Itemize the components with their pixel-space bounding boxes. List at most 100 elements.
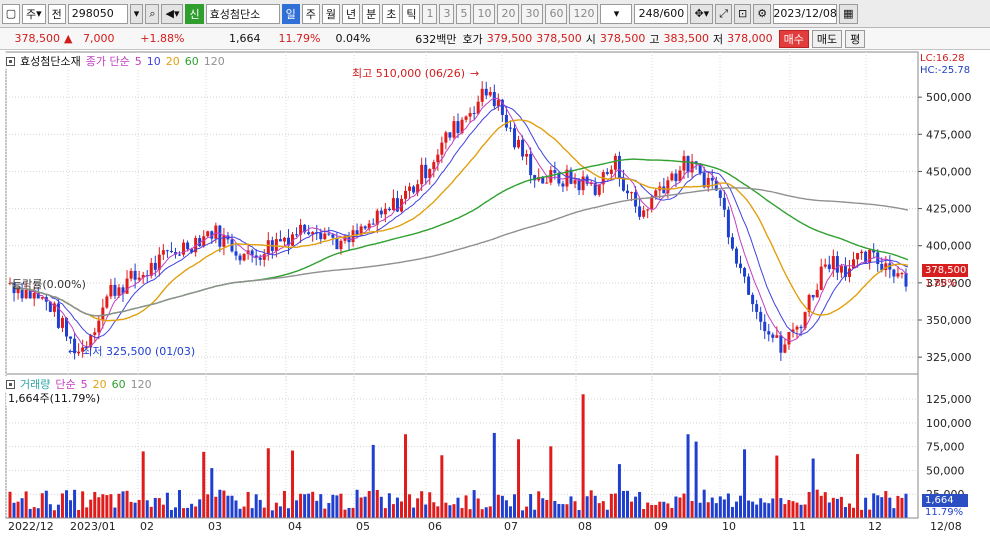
interval-1-button[interactable]: 1: [422, 3, 438, 24]
candle-body: [892, 269, 896, 277]
candle-body: [319, 232, 323, 240]
period-year-button[interactable]: 년: [341, 3, 361, 24]
compare-icon[interactable]: ⊡: [734, 3, 752, 24]
volume-bar: [827, 502, 831, 518]
count-field[interactable]: 248/600: [634, 3, 689, 24]
chart-type-select[interactable]: 주 ▾: [22, 3, 46, 24]
draw-tool-icon[interactable]: ⤢: [715, 3, 733, 24]
search-icon[interactable]: ⌕: [145, 3, 160, 24]
calendar-icon[interactable]: ▦: [839, 3, 858, 24]
current-volume-tag: 1,664: [922, 494, 968, 507]
volume-bar: [60, 493, 64, 518]
candle-body: [391, 198, 395, 211]
volume-bar: [476, 498, 480, 518]
candle-body: [339, 240, 343, 250]
panel-box-icon[interactable]: [6, 56, 15, 66]
interval-30-button[interactable]: 30: [521, 3, 544, 24]
candle-body: [722, 197, 726, 210]
count-value: 248/600: [638, 7, 685, 20]
balance-button[interactable]: 평: [845, 29, 866, 48]
crosshair-icon[interactable]: ✥▾: [690, 3, 714, 24]
window-icon[interactable]: ▢: [2, 3, 20, 24]
credit-badge[interactable]: 신: [185, 3, 204, 24]
candle-body: [626, 190, 630, 194]
interval-20-button[interactable]: 20: [497, 3, 520, 24]
date-field[interactable]: 2023/12/08: [773, 3, 838, 24]
candle-body: [404, 190, 408, 199]
volume-bar: [274, 502, 278, 518]
volume-bar: [246, 491, 250, 518]
lc-text: LC:16.28: [920, 53, 965, 64]
low-annotation: ← 최저 325,500 (01/03): [66, 343, 197, 359]
ask-value: 378,500: [536, 32, 582, 45]
current-price-tag: 378,500: [922, 264, 968, 277]
period-tick-button[interactable]: 틱: [402, 3, 421, 24]
open-label: 시: [585, 32, 596, 46]
volume-bar: [799, 504, 803, 518]
volume-bar: [609, 493, 613, 518]
candle-body: [242, 253, 246, 261]
interval-3-label: 3: [443, 7, 451, 20]
code-dropdown[interactable]: ▾: [129, 3, 144, 24]
interval-60-button[interactable]: 60: [545, 3, 568, 24]
speaker-icon[interactable]: ◀▾: [161, 3, 184, 24]
volume-bar: [541, 498, 545, 518]
period-week-button[interactable]: 주: [301, 3, 320, 24]
volume-value-text: 1,664주(11.79%): [8, 392, 101, 405]
date-axis-label: 05: [356, 520, 370, 533]
candle-body: [597, 184, 601, 195]
gear-icon[interactable]: ⚙: [753, 3, 772, 24]
scope-select[interactable]: 전: [47, 3, 66, 24]
volume-bar: [109, 494, 113, 518]
volume-bar: [686, 434, 690, 518]
high-label: 고: [649, 32, 660, 46]
stock-code-input[interactable]: 298050: [67, 3, 128, 24]
candle-body: [702, 172, 706, 188]
volume-bar: [734, 501, 738, 518]
volume-bar: [254, 494, 258, 518]
candle-body: [545, 182, 549, 184]
volume-bar: [642, 509, 646, 518]
volume-bar: [521, 510, 525, 518]
price-tick-label: 475,000: [926, 128, 972, 141]
candle-body: [238, 255, 242, 261]
volume-bar: [303, 494, 307, 518]
volume-bar: [270, 510, 274, 518]
interval-input[interactable]: ▾: [600, 3, 633, 24]
volume-ma60: 60: [111, 377, 126, 391]
volume-bar: [767, 503, 771, 518]
volume-bar: [585, 496, 589, 518]
sell-button[interactable]: 매도: [811, 29, 843, 48]
volume-bar: [759, 498, 763, 518]
volume-bar: [565, 504, 569, 518]
volume-box-icon[interactable]: [6, 379, 15, 389]
candle-body: [605, 172, 609, 174]
period-minute-button[interactable]: 분: [362, 3, 381, 24]
volume-bar: [892, 508, 896, 518]
interval-120-button[interactable]: 120: [569, 3, 599, 24]
interval-5-button[interactable]: 5: [456, 3, 472, 24]
volume-bar: [666, 503, 670, 518]
candle-body: [811, 294, 815, 298]
period-day-button[interactable]: 일: [281, 3, 300, 24]
volume-bar: [654, 504, 658, 518]
interval-3-button[interactable]: 3: [439, 3, 455, 24]
volume-bar: [464, 495, 468, 518]
ratio-value: 0.04%: [335, 32, 371, 45]
period-second-label: 초: [386, 7, 397, 21]
candle-body: [472, 113, 476, 115]
period-month-button[interactable]: 월: [321, 3, 340, 24]
volume-bar: [436, 506, 440, 518]
volume-bar: [222, 490, 226, 518]
current-pct-text: 1.88%: [925, 278, 957, 289]
buy-button[interactable]: 매수: [778, 29, 809, 48]
interval-10-button[interactable]: 10: [473, 3, 496, 24]
price-tick-label: 350,000: [926, 314, 972, 327]
open-value: 378,500: [599, 32, 646, 45]
interval-20-label: 20: [501, 7, 516, 20]
stock-chart[interactable]: 500,000475,000450,000425,000400,000375,0…: [0, 50, 990, 542]
hc-text: HC:-25.78: [920, 65, 971, 76]
period-second-button[interactable]: 초: [382, 3, 401, 24]
date-axis-label: 12/08: [930, 520, 962, 533]
volume-bar: [36, 508, 40, 518]
